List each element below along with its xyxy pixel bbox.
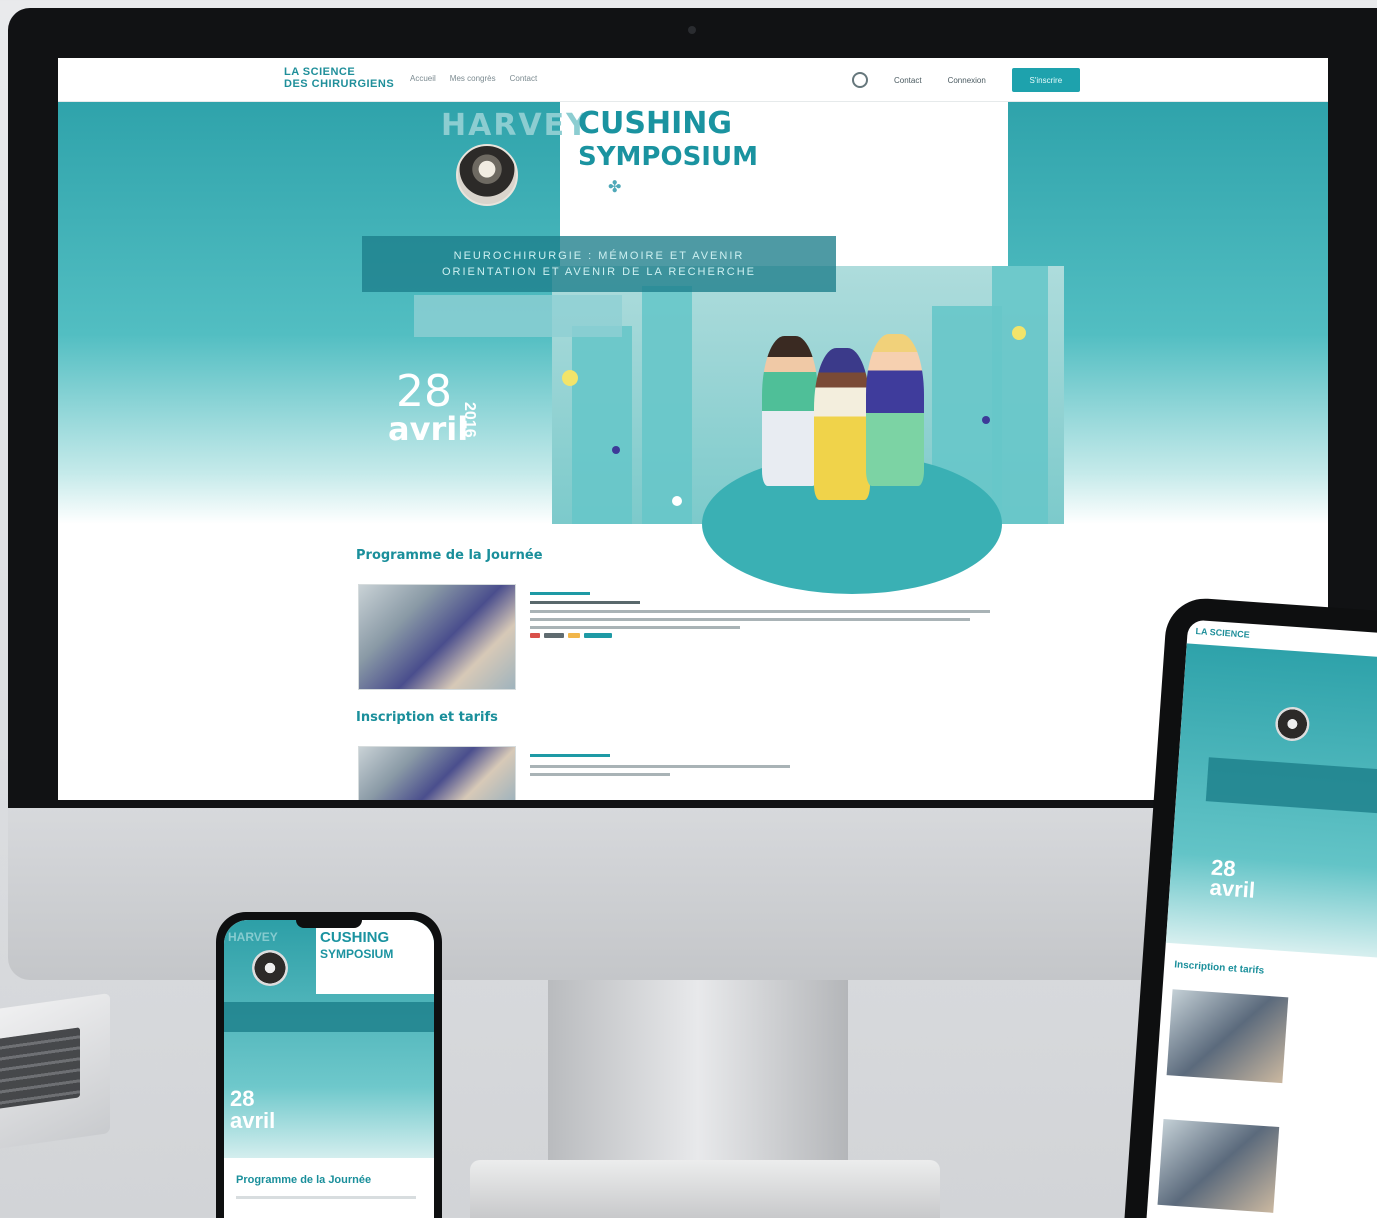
- event-date-month: avril: [388, 410, 469, 448]
- nav-contact-link[interactable]: Contact: [894, 76, 922, 85]
- top-navigation: LA SCIENCE DES CHIRURGIENS Accueil Mes c…: [58, 58, 1328, 102]
- tablet-section-title: Inscription et tarifs: [1173, 959, 1265, 977]
- register-button[interactable]: S'inscrire: [1011, 68, 1080, 92]
- phone-date-month: avril: [230, 1108, 276, 1133]
- tablet-screen: LA SCIENCE 28 avril Inscription et tarif…: [1143, 619, 1377, 1218]
- portrait-photo: [456, 144, 518, 206]
- illustration-star: [562, 370, 578, 386]
- laptop-keyboard: [0, 1027, 80, 1113]
- illustration-tower: [572, 326, 632, 524]
- registration-card-body: [530, 746, 990, 800]
- illustration-tower: [992, 266, 1048, 524]
- tablet-logo[interactable]: LA SCIENCE: [1195, 626, 1250, 640]
- phone-notch: [296, 918, 362, 928]
- illustration-star: [1012, 326, 1026, 340]
- program-card-tags: [530, 633, 990, 638]
- logo-line-2: DES CHIRURGIENS: [284, 78, 395, 90]
- phone-title-harvey: HARVEY: [228, 930, 278, 944]
- imac-stand: [548, 980, 848, 1180]
- hero-banner: HARVEY CUSHING SYMPOSIUM ✤ NEUROCHIRURGI…: [58, 102, 1328, 594]
- program-card[interactable]: [358, 584, 990, 690]
- phone-device: HARVEY CUSHING SYMPOSIUM 28 avril Progra…: [216, 912, 442, 1218]
- section-title-registration: Inscription et tarifs: [356, 710, 498, 725]
- tag-gray: [544, 633, 564, 638]
- nav-item-congress[interactable]: Mes congrès: [450, 74, 496, 83]
- tablet-device: LA SCIENCE 28 avril Inscription et tarif…: [1123, 596, 1377, 1218]
- registration-card[interactable]: [358, 746, 990, 800]
- registration-card-text-line: [530, 765, 790, 768]
- hero-secondary-banner: [414, 295, 622, 337]
- illustration-person: [814, 348, 870, 500]
- nav-item-contact[interactable]: Contact: [510, 74, 538, 83]
- illustration-person: [866, 334, 924, 486]
- section-title-program: Programme de la Journée: [356, 548, 543, 563]
- program-card-image: [358, 584, 516, 690]
- program-card-subtitle-bar: [530, 601, 640, 604]
- search-icon[interactable]: [852, 72, 868, 88]
- logo-line-1: LA SCIENCE: [284, 66, 356, 78]
- program-card-body: [530, 584, 990, 690]
- nav-item-home[interactable]: Accueil: [410, 74, 436, 83]
- imac-foot: [470, 1160, 940, 1218]
- hero-illustration: [552, 266, 1064, 594]
- hero-title-cushing: CUSHING: [578, 106, 732, 141]
- phone-section-title: Programme de la Journée: [236, 1174, 372, 1186]
- program-card-text-line: [530, 626, 740, 629]
- illustration-star: [672, 496, 682, 506]
- program-card-text-line: [530, 618, 970, 621]
- laptop: [0, 993, 110, 1157]
- banner-line-1: NEUROCHIRURGIE : MÉMOIRE ET AVENIR: [453, 250, 745, 262]
- tablet-card-image[interactable]: [1166, 989, 1289, 1084]
- phone-banner: [224, 1002, 434, 1032]
- phone-date-day: 28: [230, 1086, 255, 1111]
- main-nav: Accueil Mes congrès Contact: [410, 74, 537, 83]
- camera-icon: [688, 26, 696, 34]
- tablet-date-month: avril: [1208, 874, 1256, 903]
- phone-title-cushing-text: CUSHING: [320, 929, 390, 946]
- event-date-year: 2016: [461, 402, 478, 438]
- desktop-screen: LA SCIENCE DES CHIRURGIENS Accueil Mes c…: [58, 58, 1328, 800]
- phone-title-cushing: CUSHING SYMPOSIUM: [320, 930, 393, 962]
- banner-line-2: ORIENTATION ET AVENIR DE LA RECHERCHE: [441, 266, 756, 278]
- registration-card-title-bar: [530, 754, 610, 757]
- phone-portrait-photo: [252, 950, 288, 986]
- tablet-card-image[interactable]: [1157, 1118, 1280, 1213]
- hero-subtitle-banner: NEUROCHIRURGIE : MÉMOIRE ET AVENIR ORIEN…: [362, 236, 836, 292]
- nav-login-link[interactable]: Connexion: [948, 76, 986, 85]
- registration-card-image: [358, 746, 516, 800]
- phone-title-symposium-text: SYMPOSIUM: [320, 947, 394, 961]
- hero-title-harvey: HARVEY: [441, 108, 590, 143]
- phone-screen: HARVEY CUSHING SYMPOSIUM 28 avril Progra…: [224, 920, 434, 1218]
- illustration-star: [612, 446, 620, 454]
- tag-red: [530, 633, 540, 638]
- site-logo[interactable]: LA SCIENCE DES CHIRURGIENS: [284, 66, 394, 90]
- tag-yellow: [568, 633, 580, 638]
- hero-title-symposium: SYMPOSIUM: [578, 142, 758, 172]
- phone-event-date: 28 avril: [230, 1088, 275, 1132]
- tag-teal: [584, 633, 612, 638]
- nav-right: Contact Connexion S'inscrire: [852, 68, 1080, 92]
- tablet-event-date: 28 avril: [1208, 855, 1257, 903]
- registration-card-text-line: [530, 773, 670, 776]
- program-card-text-line: [530, 610, 990, 613]
- sponsor-logo-icon: ✤: [608, 179, 622, 196]
- illustration-star: [982, 416, 990, 424]
- illustration-tower: [642, 286, 692, 524]
- illustration-person: [762, 336, 818, 486]
- program-card-title-bar: [530, 592, 590, 595]
- phone-text-line: [236, 1196, 416, 1199]
